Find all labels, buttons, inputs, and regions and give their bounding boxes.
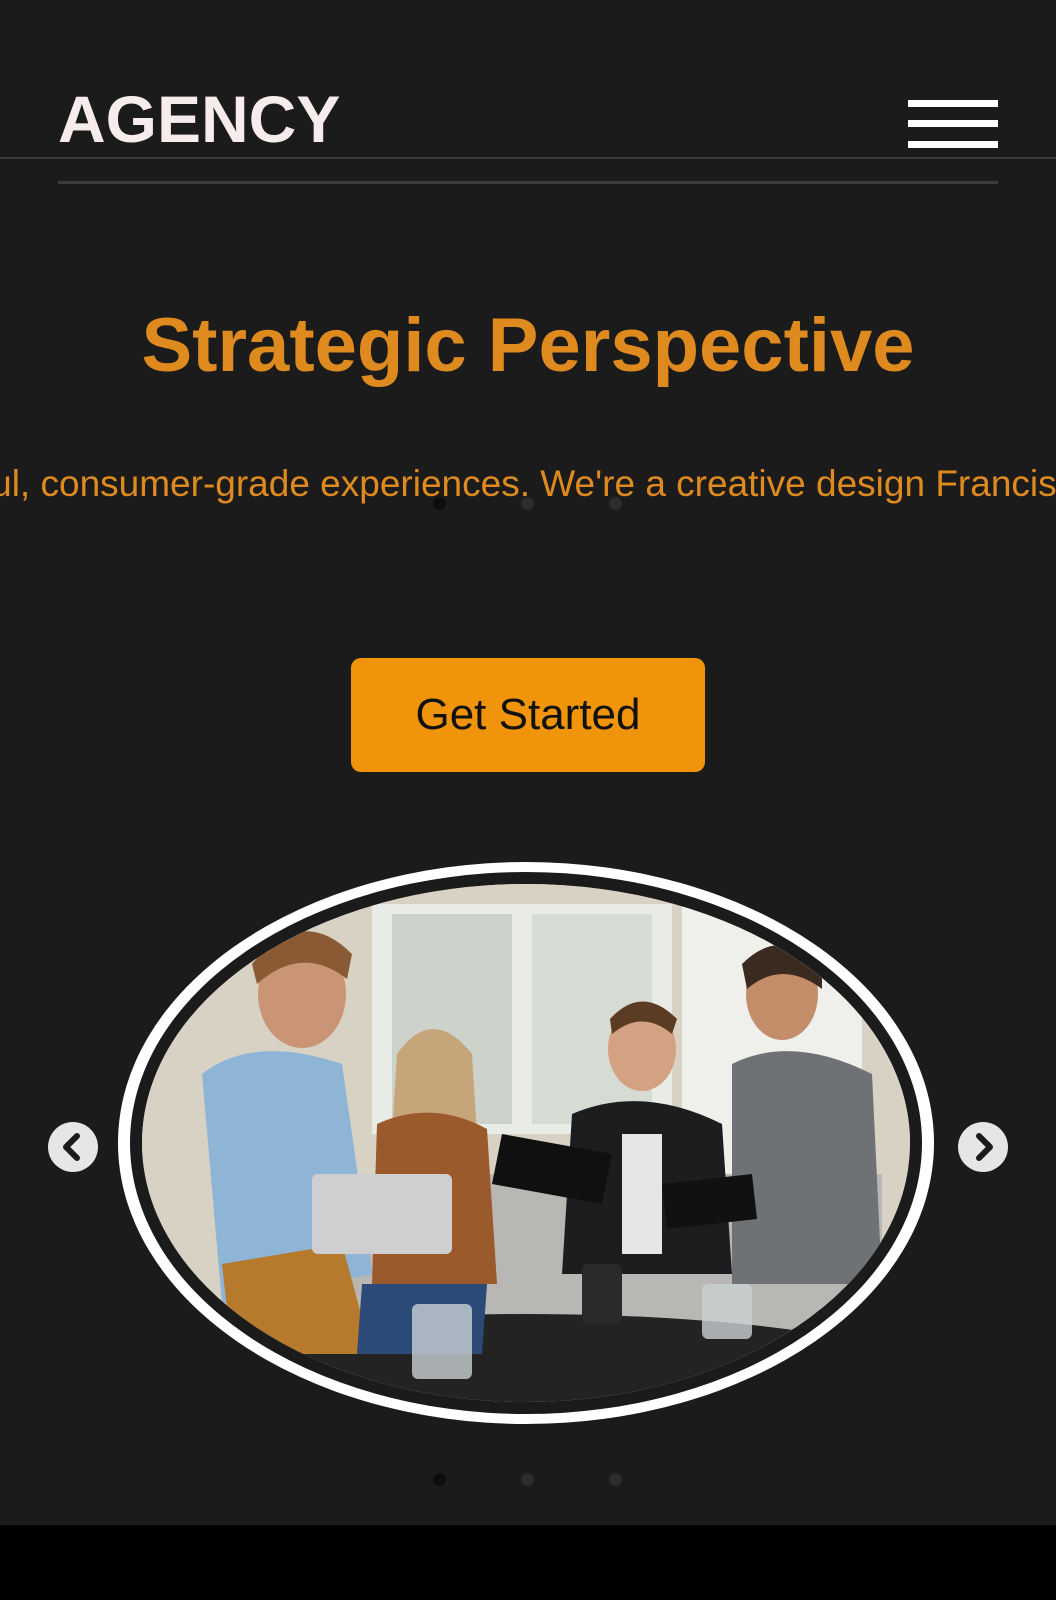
hero-title: Strategic Perspective <box>141 303 915 388</box>
carousel-indicator[interactable] <box>433 1473 446 1486</box>
carousel-indicator[interactable] <box>609 497 622 510</box>
carousel-next-button[interactable] <box>958 1122 1008 1172</box>
menu-bar <box>908 120 998 127</box>
brand-logo[interactable]: AGENCY <box>58 86 340 152</box>
carousel-indicator[interactable] <box>521 1473 534 1486</box>
hero-carousel-indicators <box>0 497 1056 511</box>
team-meeting-photo <box>142 884 910 1402</box>
carousel-indicator[interactable] <box>433 497 446 510</box>
nav-divider <box>58 181 998 184</box>
menu-bar <box>908 141 998 148</box>
carousel-slide-image <box>142 884 910 1402</box>
header-divider <box>0 157 1056 159</box>
image-carousel-indicators <box>0 1473 1056 1487</box>
menu-bar <box>908 100 998 107</box>
carousel-prev-button[interactable] <box>48 1122 98 1172</box>
carousel-indicator[interactable] <box>609 1473 622 1486</box>
system-navigation-bar <box>0 1525 1056 1600</box>
chevron-right-icon <box>976 1133 993 1161</box>
chevron-left-icon <box>63 1133 80 1161</box>
get-started-button[interactable]: Get Started <box>351 658 705 772</box>
carousel-indicator[interactable] <box>521 497 534 510</box>
landing-page: AGENCY Strategic Perspective ntful, cons… <box>0 0 1056 1525</box>
hamburger-menu-icon[interactable] <box>908 100 998 152</box>
